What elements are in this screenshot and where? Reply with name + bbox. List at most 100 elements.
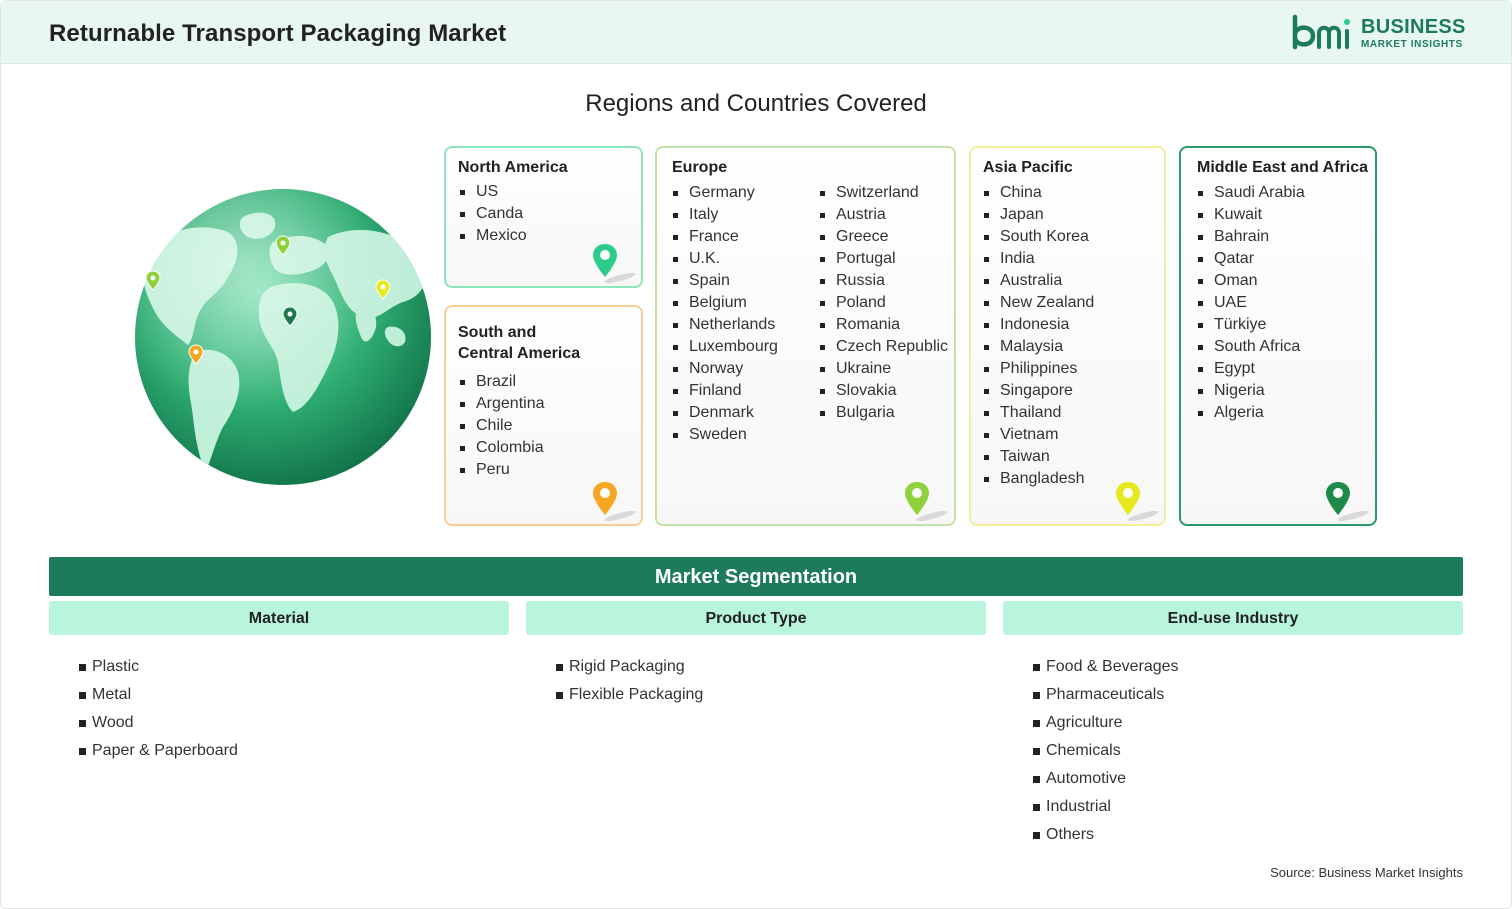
country-item: Nigeria — [1197, 380, 1305, 402]
globe-illustration — [133, 187, 433, 487]
country-item: New Zealand — [983, 292, 1094, 314]
card-asia-pacific: Asia Pacific China Japan South Korea Ind… — [969, 146, 1166, 526]
segment-item: Plastic — [79, 653, 238, 681]
card-title-line2: Central America — [458, 345, 581, 362]
map-pin-icon — [593, 244, 636, 284]
country-item: UAE — [1197, 292, 1305, 314]
segment-item: Others — [1033, 821, 1179, 849]
map-pin-icon — [1326, 482, 1369, 522]
country-item: Vietnam — [983, 424, 1094, 446]
country-item: Qatar — [1197, 248, 1305, 270]
country-item: Ukraine — [819, 358, 948, 380]
country-item: Taiwan — [983, 446, 1094, 468]
country-item: Indonesia — [983, 314, 1094, 336]
list-europe-col1: Germany Italy France U.K. Spain Belgium … — [672, 182, 778, 446]
country-item: Denmark — [672, 402, 778, 424]
segment-item: Industrial — [1033, 793, 1179, 821]
country-item: Brazil — [459, 371, 545, 393]
country-item: Switzerland — [819, 182, 948, 204]
map-pin-icon — [1116, 482, 1159, 522]
country-item: South Korea — [983, 226, 1094, 248]
country-item: Thailand — [983, 402, 1094, 424]
country-item: Poland — [819, 292, 948, 314]
segment-item: Metal — [79, 681, 238, 709]
country-item: Czech Republic — [819, 336, 948, 358]
segment-item: Automotive — [1033, 765, 1179, 793]
source-note: Source: Business Market Insights — [1270, 865, 1463, 880]
segment-header-product-type: Product Type — [526, 601, 986, 635]
card-europe: Europe Germany Italy France U.K. Spain B… — [655, 146, 956, 526]
country-item: Romania — [819, 314, 948, 336]
country-item: Philippines — [983, 358, 1094, 380]
segment-item: Agriculture — [1033, 709, 1179, 737]
card-south-central-america: South and Central America Brazil Argenti… — [444, 305, 643, 526]
country-item: Bahrain — [1197, 226, 1305, 248]
list-south-central-america: Brazil Argentina Chile Colombia Peru — [459, 371, 545, 481]
page-header: Returnable Transport Packaging Market BU… — [1, 1, 1511, 64]
country-item: Argentina — [459, 393, 545, 415]
country-item: Türkiye — [1197, 314, 1305, 336]
country-item: Japan — [983, 204, 1094, 226]
segment-header-material: Material — [49, 601, 509, 635]
country-item: Malaysia — [983, 336, 1094, 358]
country-item: US — [459, 181, 527, 203]
country-item: France — [672, 226, 778, 248]
country-item: Canda — [459, 203, 527, 225]
list-europe-col2: Switzerland Austria Greece Portugal Russ… — [819, 182, 948, 424]
country-item: India — [983, 248, 1094, 270]
country-item: Peru — [459, 459, 545, 481]
map-pin-icon — [593, 482, 636, 522]
country-item: South Africa — [1197, 336, 1305, 358]
country-item: Netherlands — [672, 314, 778, 336]
card-title-north-america: North America — [458, 159, 568, 176]
country-item: Spain — [672, 270, 778, 292]
segment-item: Flexible Packaging — [556, 681, 703, 709]
list-middle-east-africa: Saudi Arabia Kuwait Bahrain Qatar Oman U… — [1197, 182, 1305, 424]
card-title-south-central-america: South and Central America — [458, 322, 580, 364]
country-item: Belgium — [672, 292, 778, 314]
country-item: Algeria — [1197, 402, 1305, 424]
country-item: Bulgaria — [819, 402, 948, 424]
country-item: Slovakia — [819, 380, 948, 402]
country-item: Egypt — [1197, 358, 1305, 380]
segment-item: Rigid Packaging — [556, 653, 703, 681]
country-item: Norway — [672, 358, 778, 380]
segment-list-product-type: Rigid Packaging Flexible Packaging — [556, 653, 703, 709]
segment-item: Pharmaceuticals — [1033, 681, 1179, 709]
country-item: Bangladesh — [983, 468, 1094, 490]
segment-item: Paper & Paperboard — [79, 737, 238, 765]
card-north-america: North America US Canda Mexico — [444, 146, 643, 288]
bmi-logo-mark — [1292, 14, 1350, 50]
card-title-middle-east-africa: Middle East and Africa — [1197, 159, 1368, 176]
country-item: Greece — [819, 226, 948, 248]
country-item: Russia — [819, 270, 948, 292]
country-item: Portugal — [819, 248, 948, 270]
country-item: Colombia — [459, 437, 545, 459]
country-item: Austria — [819, 204, 948, 226]
list-asia-pacific: China Japan South Korea India Australia … — [983, 182, 1094, 490]
company-logo: BUSINESS MARKET INSIGHTS — [1291, 13, 1471, 53]
country-item: Australia — [983, 270, 1094, 292]
page-title: Returnable Transport Packaging Market — [49, 20, 507, 47]
country-item: Italy — [672, 204, 778, 226]
list-north-america: US Canda Mexico — [459, 181, 527, 247]
country-item: Sweden — [672, 424, 778, 446]
country-item: Chile — [459, 415, 545, 437]
country-item: Mexico — [459, 225, 527, 247]
country-item: Singapore — [983, 380, 1094, 402]
card-title-asia-pacific: Asia Pacific — [983, 159, 1073, 176]
country-item: Luxembourg — [672, 336, 778, 358]
country-item: Oman — [1197, 270, 1305, 292]
regions-title: Regions and Countries Covered — [585, 90, 927, 117]
country-item: Finland — [672, 380, 778, 402]
country-item: U.K. — [672, 248, 778, 270]
segment-list-end-use-industry: Food & Beverages Pharmaceuticals Agricul… — [1033, 653, 1179, 849]
segment-list-material: Plastic Metal Wood Paper & Paperboard — [79, 653, 238, 765]
country-item: China — [983, 182, 1094, 204]
logo-text-market-insights: MARKET INSIGHTS — [1361, 39, 1463, 50]
card-title-line1: South and — [458, 324, 537, 341]
logo-text-business: BUSINESS — [1361, 16, 1466, 38]
country-item: Saudi Arabia — [1197, 182, 1305, 204]
segment-header-end-use-industry: End-use Industry — [1003, 601, 1463, 635]
market-segmentation-bar: Market Segmentation — [49, 557, 1463, 596]
